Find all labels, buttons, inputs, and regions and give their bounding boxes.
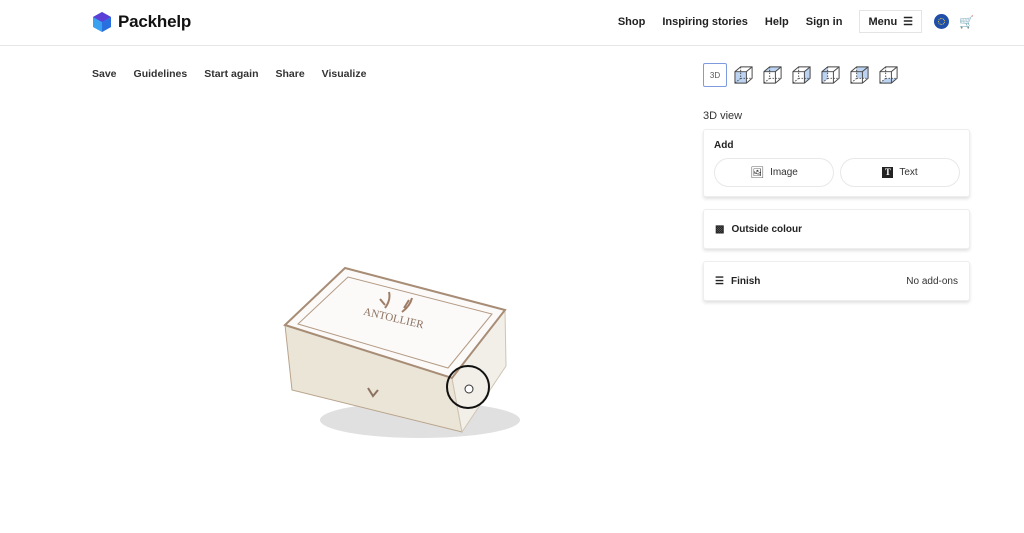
add-card: Add 🖼 Image T Text	[703, 129, 970, 197]
cube-top-icon[interactable]	[761, 63, 785, 87]
language-globe-icon[interactable]	[934, 14, 950, 29]
view-3d-button[interactable]: 3D	[703, 63, 727, 87]
add-title: Add	[714, 140, 734, 151]
finish-card[interactable]: ☰ Finish No add-ons	[703, 261, 970, 301]
paint-bucket-icon: ▩	[715, 223, 725, 235]
hand-cursor-icon	[464, 384, 474, 394]
nav-sign-in[interactable]: Sign in	[806, 16, 843, 28]
cube-back-icon[interactable]	[848, 63, 872, 87]
image-icon: 🖼	[750, 167, 765, 179]
add-text-button[interactable]: T Text	[840, 158, 960, 187]
cube-right-icon[interactable]	[790, 63, 814, 87]
cube-left-icon[interactable]	[819, 63, 843, 87]
add-text-label: Text	[899, 167, 918, 178]
menu-label: Menu	[868, 15, 898, 28]
view-selector: 3D	[703, 63, 901, 87]
cart-icon[interactable]: 🛒	[959, 15, 974, 29]
box-3d-preview[interactable]: ANTOLLIER	[0, 0, 700, 533]
add-image-button[interactable]: 🖼 Image	[714, 158, 834, 187]
text-icon: T	[882, 167, 894, 178]
nav-help[interactable]: Help	[765, 16, 789, 28]
cube-bottom-icon[interactable]	[877, 63, 901, 87]
add-image-label: Image	[770, 167, 798, 178]
finish-label: Finish	[730, 275, 761, 287]
finish-value: No add-ons	[906, 275, 958, 287]
menu-button[interactable]: Menu ☰	[859, 10, 923, 33]
layers-icon: ☰	[715, 275, 724, 287]
outside-colour-card[interactable]: ▩ Outside colour	[703, 209, 970, 249]
cube-front-icon[interactable]	[732, 63, 756, 87]
panel-title: 3D view	[703, 110, 743, 122]
outside-colour-label: Outside colour	[731, 223, 803, 235]
hamburger-icon: ☰	[903, 16, 914, 28]
